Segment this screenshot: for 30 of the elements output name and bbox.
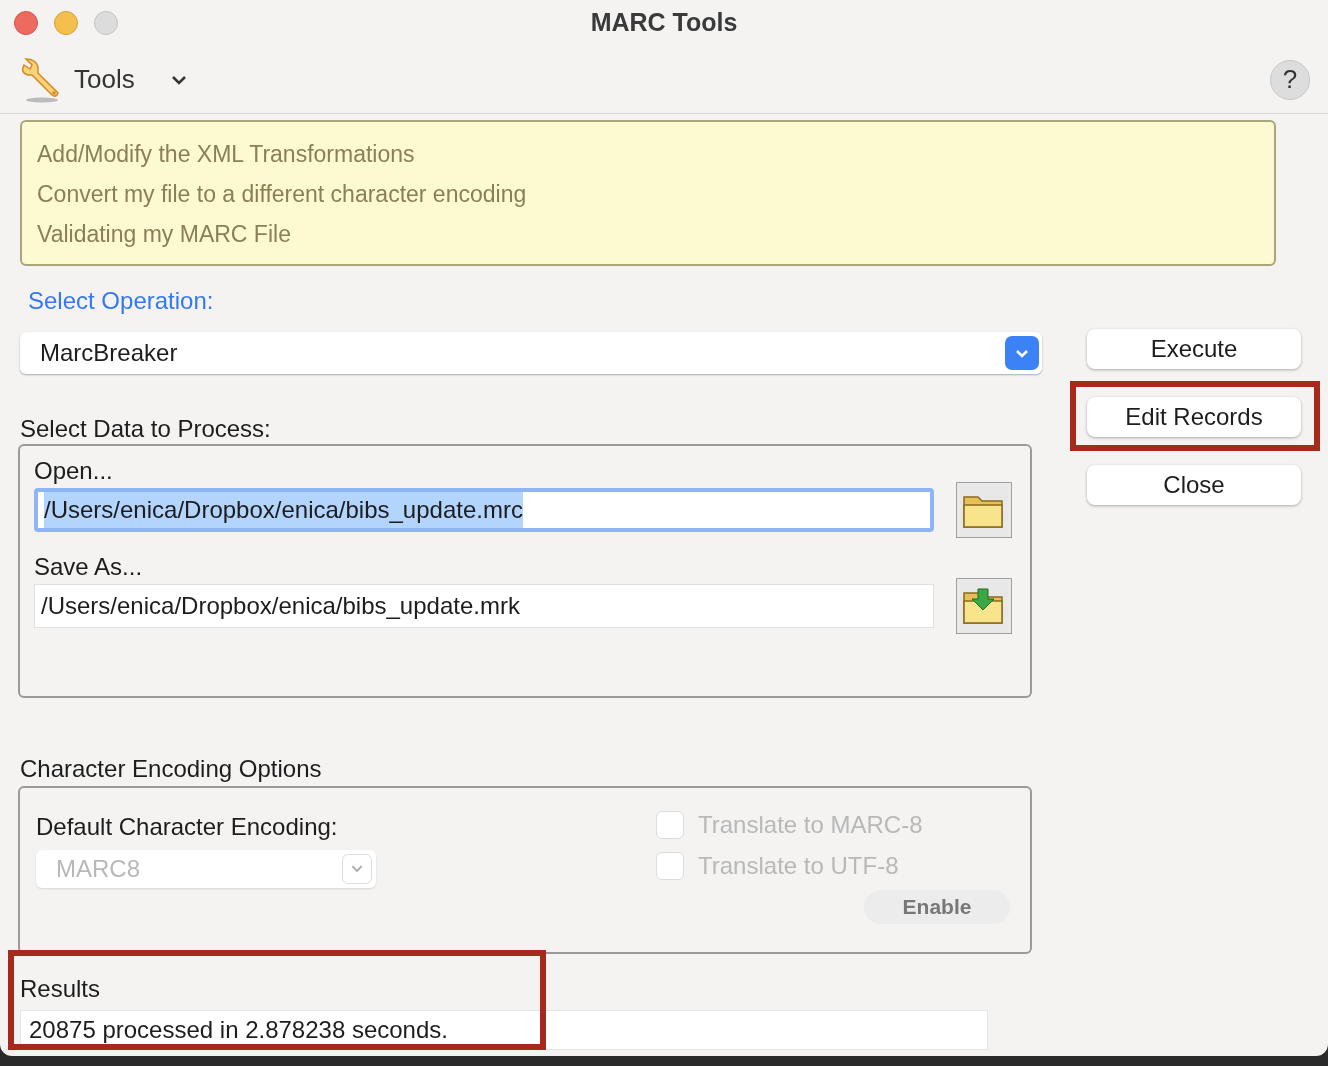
folder-arrow-icon: [962, 587, 1006, 625]
section-label: Results: [20, 974, 102, 1004]
path-input-field[interactable]: /Users/enica/Dropbox/enica/bibs_update.mrk: [34, 584, 934, 628]
checkbox-label: Translate to UTF-8: [698, 850, 899, 881]
chevron-down-icon: [342, 854, 372, 884]
checkbox-label: Translate to MARC-8: [698, 809, 923, 840]
info-link[interactable]: Add/Modify the XML Transformations: [37, 140, 415, 168]
chevron-down-icon: [170, 74, 187, 85]
section-label: Character Encoding Options: [20, 754, 323, 784]
action-button[interactable]: Edit Records: [1087, 397, 1301, 437]
help-button[interactable]: ?: [1270, 59, 1310, 100]
path-input-field[interactable]: /Users/enica/Dropbox/enica/bibs_update.mrc: [34, 488, 934, 532]
field-label: Open...: [34, 456, 114, 486]
tools-menu[interactable]: Tools: [18, 54, 187, 105]
section-label: Select Operation:: [28, 286, 215, 316]
section-label: Select Data to Process:: [20, 414, 272, 444]
field-label: Save As...: [34, 552, 144, 582]
minimize-window-button[interactable]: [54, 11, 78, 35]
action-button[interactable]: Close: [1087, 465, 1301, 505]
open-folder-button[interactable]: [956, 482, 1012, 538]
info-link[interactable]: Convert my file to a different character encoding: [37, 180, 527, 208]
save-folder-button[interactable]: [956, 578, 1012, 634]
info-link[interactable]: Validating my MARC File: [37, 220, 291, 248]
window-title: MARC Tools: [590, 7, 738, 39]
field-label: Default Character Encoding:: [36, 812, 339, 842]
action-button[interactable]: Execute: [1087, 329, 1301, 369]
results-field: 20875 processed in 2.878238 seconds.: [20, 1010, 988, 1050]
zoom-window-button[interactable]: [94, 11, 118, 35]
operation-dropdown[interactable]: MarcBreaker: [20, 332, 1042, 374]
close-window-button[interactable]: [14, 11, 38, 35]
